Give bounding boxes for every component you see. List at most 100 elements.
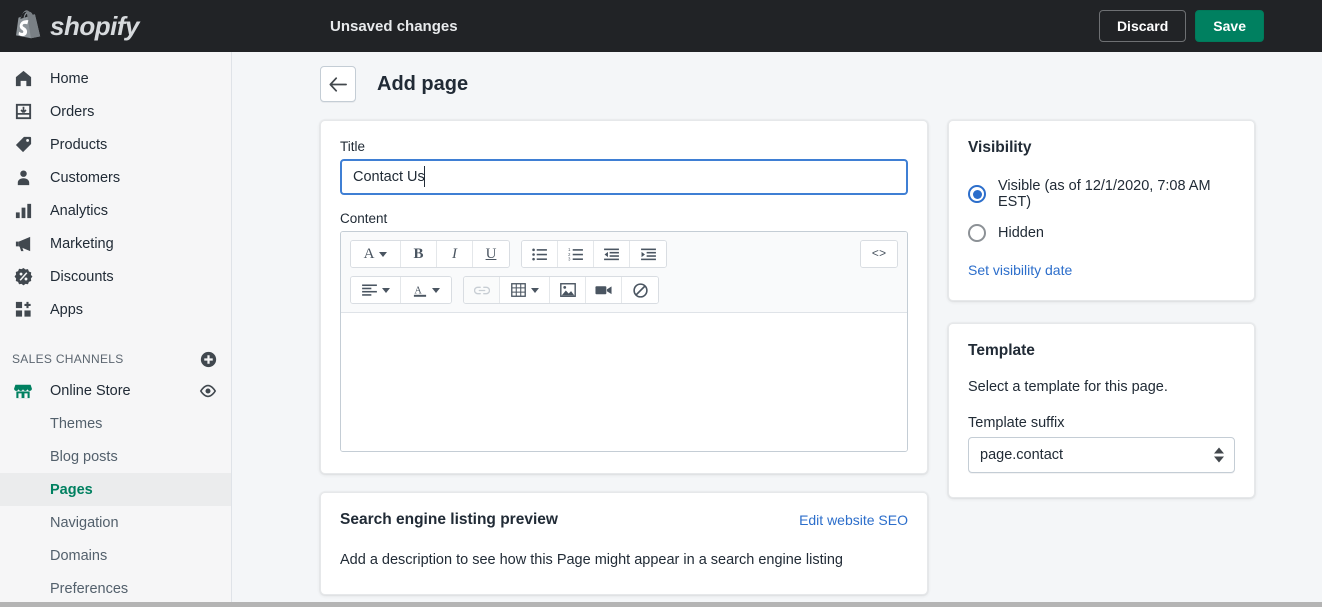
content-editor-body[interactable]: [341, 313, 907, 451]
page-title: Add page: [377, 72, 469, 95]
underline-button[interactable]: U: [473, 241, 509, 267]
bulleted-list-button[interactable]: [522, 241, 558, 267]
window-bottom-edge: [0, 602, 1322, 607]
sidebar-item-products[interactable]: Products: [0, 128, 231, 161]
insert-image-button[interactable]: [550, 277, 586, 303]
template-description: Select a template for this page.: [968, 379, 1168, 395]
sales-channels-header: SALES CHANNELS: [0, 344, 231, 374]
svg-text:A: A: [414, 285, 422, 296]
clear-formatting-button[interactable]: [622, 277, 658, 303]
sidebar-nav: Home Orders Products Customers Analytics: [0, 52, 232, 602]
sidebar-item-label: Marketing: [50, 235, 114, 252]
template-card-title: Template: [968, 342, 1035, 359]
table-icon: [510, 283, 526, 297]
sidebar-item-marketing[interactable]: Marketing: [0, 227, 231, 260]
chevron-down-icon: [1214, 456, 1224, 463]
sidebar-item-themes[interactable]: Themes: [0, 407, 231, 440]
chevron-down-icon: [381, 287, 390, 293]
visibility-option-hidden[interactable]: Hidden: [968, 224, 1235, 242]
seo-card-header: Search engine listing preview Edit websi…: [340, 511, 908, 529]
seo-description: Add a description to see how this Page m…: [340, 552, 843, 568]
sidebar-item-apps[interactable]: Apps: [0, 293, 231, 326]
visibility-option-visible[interactable]: Visible (as of 12/1/2020, 7:08 AM EST): [968, 178, 1235, 210]
editor-toolbar-row-2: A: [350, 276, 898, 304]
sidebar-item-home[interactable]: Home: [0, 62, 231, 95]
html-view-group: <>: [860, 240, 898, 268]
sidebar-subitem-label: Pages: [50, 481, 93, 498]
sidebar-item-navigation[interactable]: Navigation: [0, 506, 231, 539]
sidebar-subitem-label: Navigation: [50, 514, 119, 531]
home-icon: [12, 68, 34, 90]
visibility-card: Visibility Visible (as of 12/1/2020, 7:0…: [948, 120, 1255, 301]
plus-circle-icon[interactable]: [200, 351, 217, 368]
sidebar-item-label: Products: [50, 136, 108, 153]
svg-text:3: 3: [568, 256, 571, 261]
visibility-card-title: Visibility: [968, 139, 1032, 156]
bold-button[interactable]: B: [401, 241, 437, 267]
page-header: Add page: [233, 52, 1322, 102]
apps-grid-plus-icon: [12, 299, 34, 321]
sidebar-item-customers[interactable]: Customers: [0, 161, 231, 194]
insert-video-button[interactable]: [586, 277, 622, 303]
sidebar-item-discounts[interactable]: Discounts: [0, 260, 231, 293]
radio-visible[interactable]: [968, 185, 986, 203]
align-left-icon: [361, 284, 377, 296]
sidebar-item-label: Online Store: [50, 382, 131, 399]
numbered-list-icon: 1 2 3: [568, 248, 583, 261]
format-style-dropdown[interactable]: A: [351, 241, 401, 267]
sales-channels-title: SALES CHANNELS: [12, 352, 124, 366]
chevron-down-icon: [530, 287, 539, 293]
title-input[interactable]: [340, 159, 908, 195]
list-indent-group: 1 2 3: [521, 240, 667, 268]
marketing-megaphone-icon: [12, 233, 34, 255]
sidebar-item-pages[interactable]: Pages: [0, 473, 231, 506]
page-details-card: Title Content A: [320, 120, 928, 474]
italic-glyph: I: [452, 245, 457, 262]
sidebar-item-orders[interactable]: Orders: [0, 95, 231, 128]
discard-button[interactable]: Discard: [1098, 10, 1187, 42]
sidebar-item-preferences[interactable]: Preferences: [0, 572, 231, 602]
top-bar: shopify Unsaved changes Discard Save: [0, 0, 1322, 52]
numbered-list-button[interactable]: 1 2 3: [558, 241, 594, 267]
radio-hidden[interactable]: [968, 224, 986, 242]
edit-website-seo-link[interactable]: Edit website SEO: [799, 512, 908, 528]
sidebar-item-blog-posts[interactable]: Blog posts: [0, 440, 231, 473]
main-content: Add page Title Content: [233, 52, 1322, 602]
align-dropdown[interactable]: [351, 277, 401, 303]
sidebar-item-online-store[interactable]: Online Store: [0, 374, 231, 407]
chevron-down-icon: [431, 287, 440, 293]
text-color-dropdown[interactable]: A: [401, 277, 451, 303]
title-input-wrap: [340, 159, 908, 195]
shopify-logo[interactable]: shopify: [0, 0, 232, 52]
set-visibility-date-link[interactable]: Set visibility date: [968, 262, 1235, 278]
browser-window: shopify Unsaved changes Discard Save Hom…: [0, 0, 1322, 602]
template-suffix-label: Template suffix: [968, 415, 1065, 431]
indent-button[interactable]: [630, 241, 666, 267]
shopify-logo-text: shopify: [50, 10, 139, 41]
text-color-icon: A: [413, 285, 426, 297]
orders-inbox-icon: [12, 101, 34, 123]
back-button[interactable]: [320, 66, 356, 102]
save-button[interactable]: Save: [1195, 10, 1264, 42]
outdent-button[interactable]: [594, 241, 630, 267]
show-html-button[interactable]: <>: [861, 241, 897, 267]
insert-table-dropdown[interactable]: [500, 277, 550, 303]
sidebar-subitem-label: Themes: [50, 415, 103, 432]
chevron-down-icon: [379, 251, 388, 257]
text-cursor: [424, 166, 425, 187]
link-icon: [473, 286, 490, 294]
template-card: Template Select a template for this page…: [948, 323, 1255, 498]
sidebar-item-analytics[interactable]: Analytics: [0, 194, 231, 227]
no-formatting-icon: [632, 282, 648, 298]
sidebar-subitem-label: Blog posts: [50, 448, 118, 465]
sidebar-item-domains[interactable]: Domains: [0, 539, 231, 572]
outdent-icon: [604, 248, 619, 260]
discount-percent-icon: [12, 266, 34, 288]
image-icon: [559, 283, 576, 297]
template-suffix-select[interactable]: page.contact: [968, 437, 1235, 473]
radio-hidden-label: Hidden: [998, 225, 1044, 241]
sidebar-subitem-label: Preferences: [50, 580, 129, 597]
right-column: Visibility Visible (as of 12/1/2020, 7:0…: [948, 120, 1255, 595]
eye-icon[interactable]: [199, 382, 217, 400]
italic-button[interactable]: I: [437, 241, 473, 267]
